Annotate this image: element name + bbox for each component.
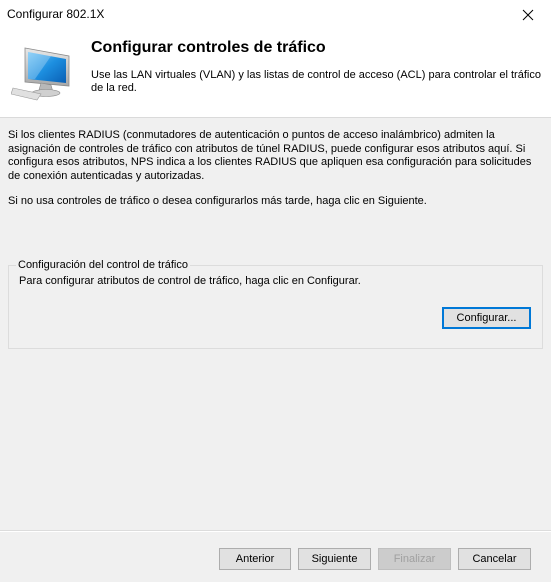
group-description: Para configurar atributos de control de … xyxy=(19,275,361,287)
group-legend: Configuración del control de tráfico xyxy=(16,259,190,271)
skip-paragraph: Si no usa controles de tráfico o desea c… xyxy=(8,195,427,207)
monitor-icon xyxy=(11,47,70,101)
footer-divider-highlight xyxy=(0,531,551,532)
close-button[interactable] xyxy=(505,0,551,30)
finish-button[interactable]: Finalizar xyxy=(378,548,451,570)
back-button[interactable]: Anterior xyxy=(219,548,291,570)
title-bar: Configurar 802.1X xyxy=(0,0,551,30)
page-heading: Configurar controles de tráfico xyxy=(91,39,326,56)
page-subtitle: Use las LAN virtuales (VLAN) y las lista… xyxy=(91,69,541,94)
cancel-button[interactable]: Cancelar xyxy=(458,548,531,570)
intro-paragraph: Si los clientes RADIUS (conmutadores de … xyxy=(8,129,532,182)
wizard-header: Configurar controles de tráfico Use las … xyxy=(0,30,551,118)
configure-button[interactable]: Configurar... xyxy=(442,307,531,329)
window-title: Configurar 802.1X xyxy=(7,7,105,21)
close-icon xyxy=(522,9,534,21)
next-button[interactable]: Siguiente xyxy=(298,548,371,570)
